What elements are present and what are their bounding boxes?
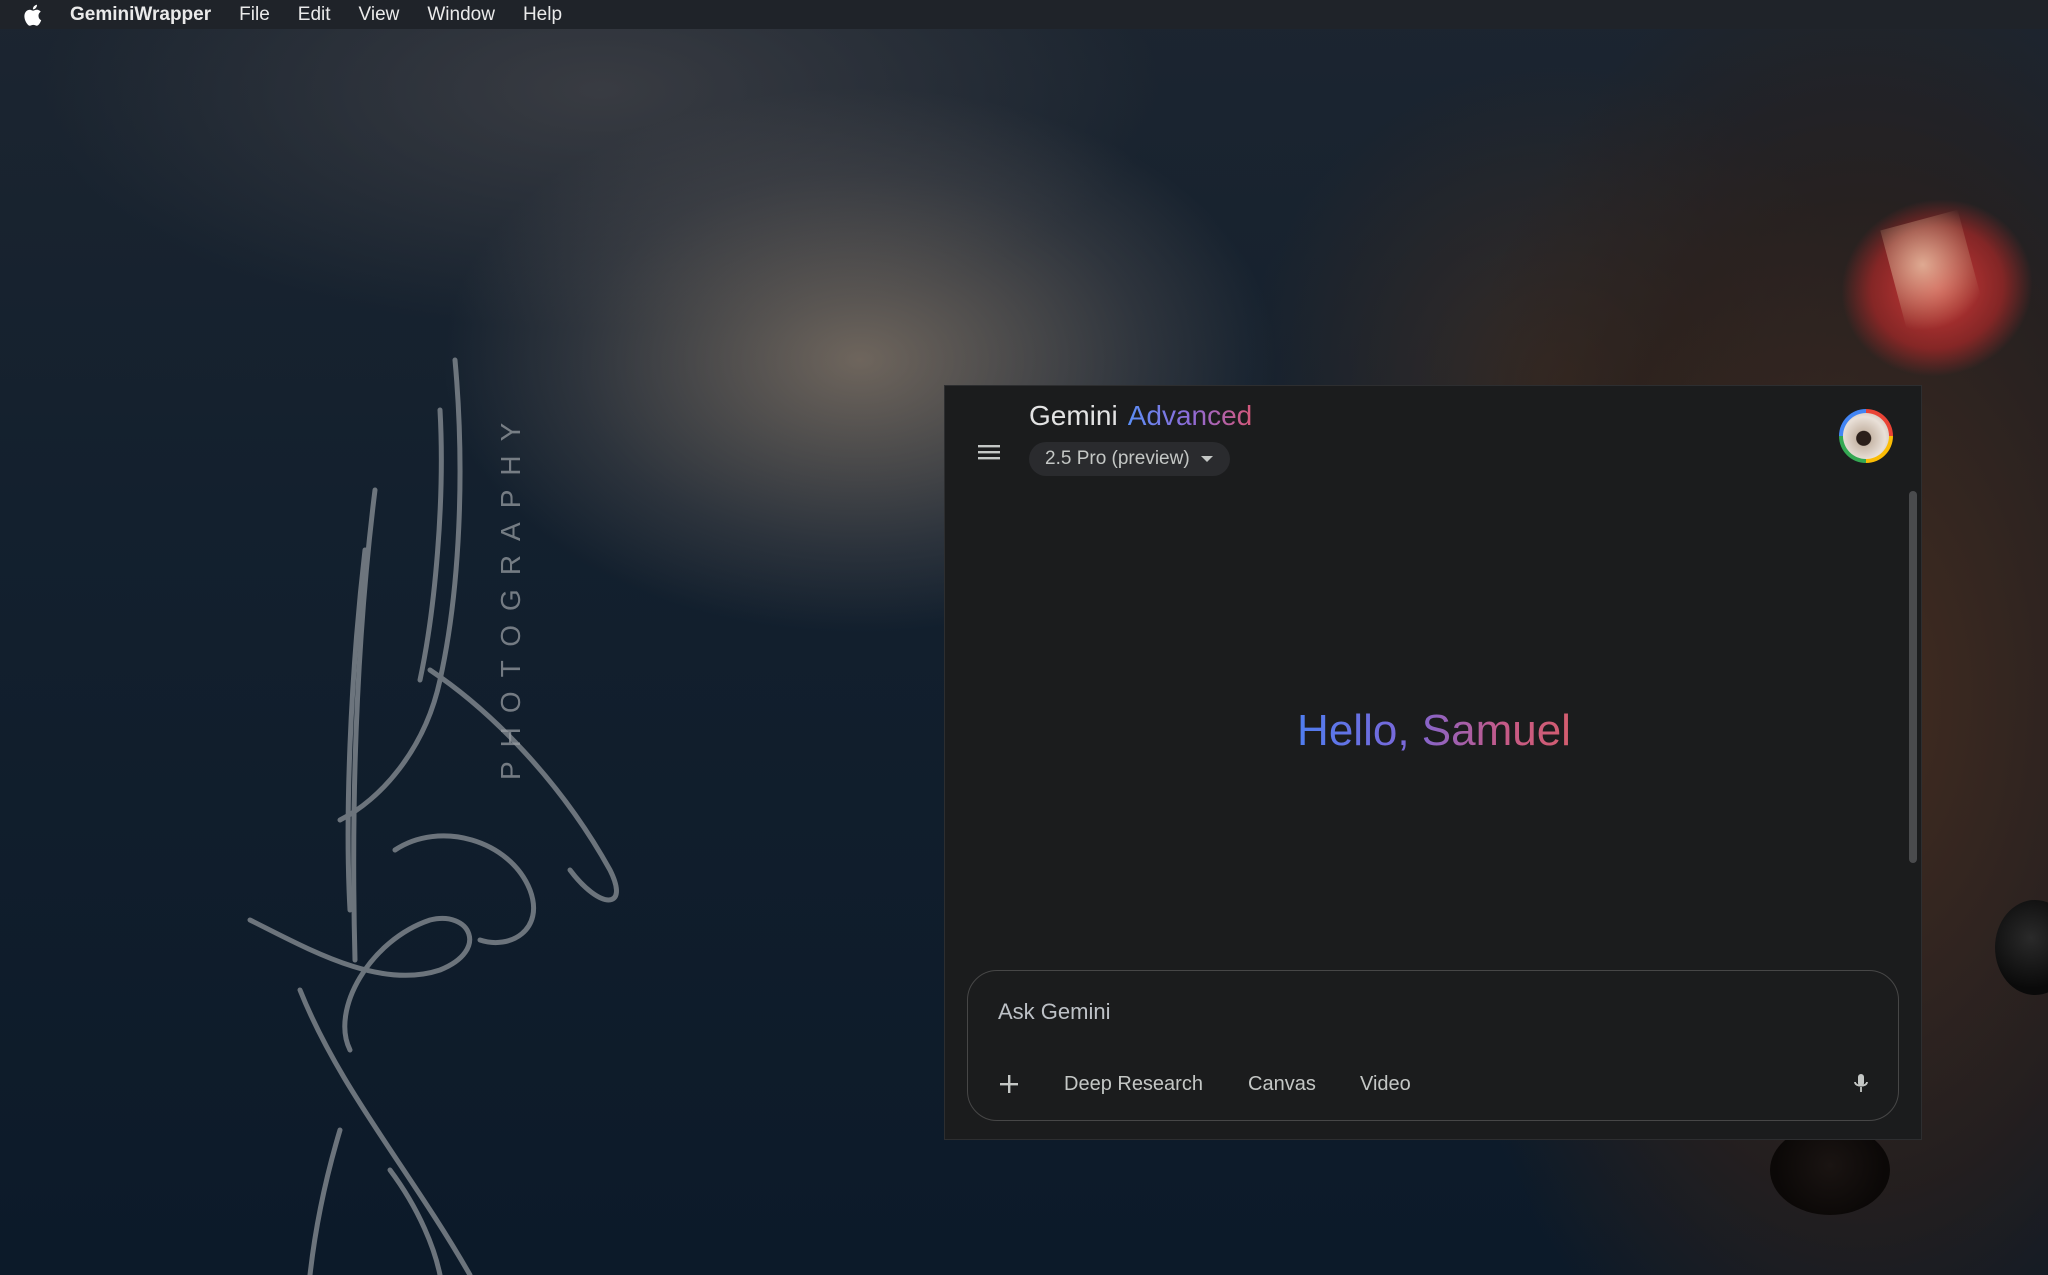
deep-research-button[interactable]: Deep Research xyxy=(1064,1069,1203,1099)
hamburger-menu-icon[interactable] xyxy=(975,438,1003,466)
app-title: Gemini Advanced xyxy=(1029,400,1252,432)
menu-help[interactable]: Help xyxy=(509,0,576,29)
plus-icon xyxy=(1000,1075,1018,1093)
model-selector[interactable]: 2.5 Pro (preview) xyxy=(1029,442,1230,476)
greeting-text: Hello, Samuel xyxy=(1297,706,1571,755)
title-gemini: Gemini xyxy=(1029,400,1118,431)
gemini-window: Gemini Advanced 2.5 Pro (preview) Hello,… xyxy=(944,385,1922,1140)
menu-bar: GeminiWrapper File Edit View Window Help xyxy=(0,0,2048,29)
apple-menu-icon[interactable] xyxy=(0,0,64,29)
canvas-button[interactable]: Canvas xyxy=(1248,1069,1316,1099)
microphone-button[interactable] xyxy=(1846,1069,1876,1099)
prompt-input[interactable] xyxy=(996,993,1840,1031)
menu-view[interactable]: View xyxy=(345,0,414,29)
title-advanced: Advanced xyxy=(1127,400,1253,431)
add-attachment-button[interactable] xyxy=(994,1069,1024,1099)
greeting: Hello, Samuel xyxy=(945,706,1923,756)
menu-file[interactable]: File xyxy=(225,0,284,29)
model-selector-label: 2.5 Pro (preview) xyxy=(1045,448,1190,469)
avatar-image xyxy=(1843,413,1889,459)
video-button[interactable]: Video xyxy=(1360,1069,1411,1099)
chevron-down-icon xyxy=(1200,456,1213,462)
scrollbar[interactable] xyxy=(1909,491,1917,863)
menu-app-name[interactable]: GeminiWrapper xyxy=(64,4,225,26)
microphone-icon xyxy=(1854,1074,1868,1092)
menu-edit[interactable]: Edit xyxy=(284,0,345,29)
wallpaper-signature-logo xyxy=(247,357,619,1275)
prompt-composer: Deep Research Canvas Video xyxy=(967,970,1899,1121)
menu-window[interactable]: Window xyxy=(413,0,509,29)
wallpaper-photography-text: PHOTOGRAPHY xyxy=(495,408,526,780)
avatar[interactable] xyxy=(1839,409,1893,463)
